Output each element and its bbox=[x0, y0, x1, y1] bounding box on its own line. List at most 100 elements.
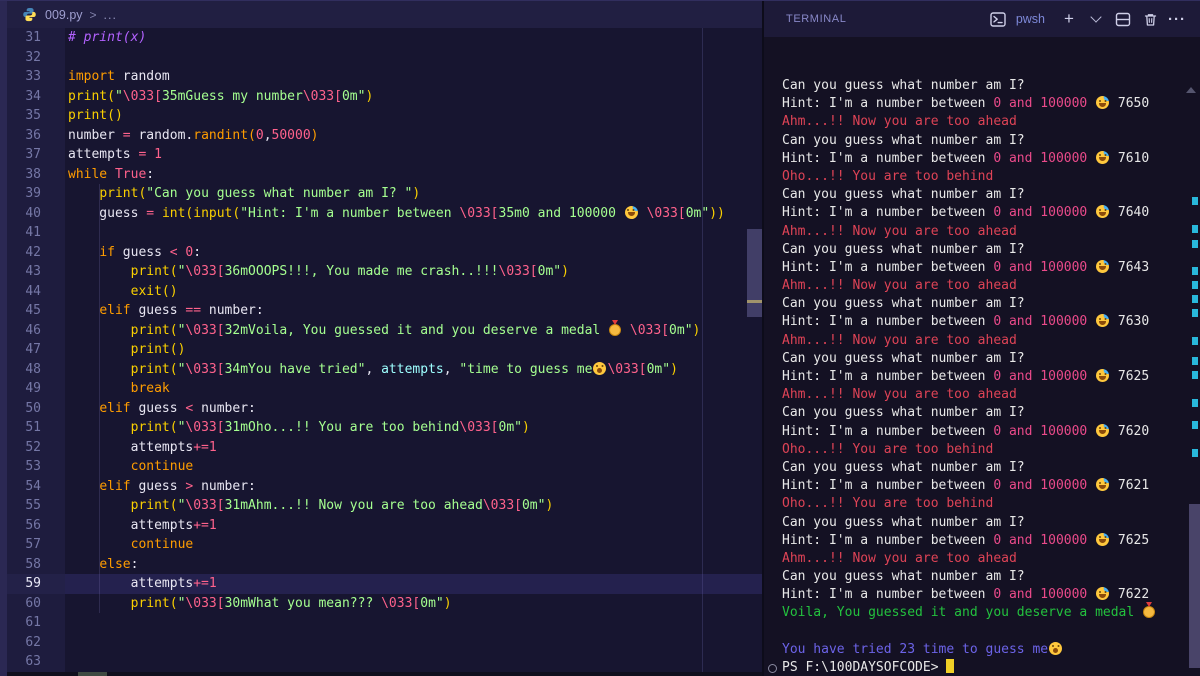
terminal-line: Ahm...!! Now you are too ahead bbox=[764, 550, 1186, 568]
horizontal-scrollbar-thumb[interactable] bbox=[78, 672, 107, 676]
text-segment: # print(x) bbox=[68, 30, 147, 45]
terminal-panel[interactable]: TERMINAL pwsh + ··· Can you guess what n… bbox=[762, 1, 1200, 676]
scrollbar-mark bbox=[1192, 197, 1198, 205]
text-segment bbox=[1087, 369, 1095, 384]
text-segment: Hint: I'm a number between bbox=[782, 150, 994, 166]
code-line-39[interactable]: 39 print("Can you guess what number am I… bbox=[0, 184, 762, 204]
text-segment: print( bbox=[130, 420, 178, 435]
code-line-44[interactable]: 44 exit() bbox=[0, 281, 762, 301]
text-segment: 7640 bbox=[1110, 205, 1150, 221]
text-segment: Can you guess what number am I? bbox=[782, 569, 1033, 585]
code-line-41[interactable]: 41 bbox=[0, 223, 762, 243]
code-line-48[interactable]: 48 print("\033[34mYou have tried", attem… bbox=[0, 359, 762, 379]
code-line-42[interactable]: 42 if guess < 0: bbox=[0, 242, 762, 262]
line-number: 39 bbox=[0, 184, 65, 204]
text-segment: ) bbox=[365, 88, 374, 104]
code-line-57[interactable]: 57 continue bbox=[0, 535, 762, 555]
text-segment: 0 and 100000 bbox=[993, 587, 1088, 603]
breadcrumb-file[interactable]: 009.py bbox=[45, 8, 83, 22]
code-line-55[interactable]: 55 print("\033[31mAhm...!! Now you are t… bbox=[0, 496, 762, 516]
code-line-52[interactable]: 52 attempts+=1 bbox=[0, 437, 762, 457]
scrollbar-mark bbox=[1192, 421, 1198, 429]
code-line-37[interactable]: 37 attempts = 1 bbox=[0, 145, 762, 165]
line-number: 43 bbox=[0, 262, 65, 282]
terminal-line: Hint: I'm a number between 0 and 100000 … bbox=[764, 368, 1186, 386]
code-line-43[interactable]: 43 print("\033[36mOOOPS!!!, You made me … bbox=[0, 262, 762, 282]
code-line-38[interactable]: 38 while True: bbox=[0, 164, 762, 184]
code-text: print() bbox=[65, 340, 762, 360]
code-line-63[interactable]: 63 bbox=[0, 652, 762, 672]
code-line-34[interactable]: 34 print("\033[35mGuess my number\033[0m"… bbox=[0, 86, 762, 106]
text-segment: ) bbox=[412, 186, 421, 201]
code-line-31[interactable]: 31 # print(x) bbox=[0, 28, 762, 48]
code-line-58[interactable]: 58 else: bbox=[0, 554, 762, 574]
terminal-actions: pwsh + ··· bbox=[989, 10, 1186, 28]
text-segment: Ahm...!! Now you are too ahead bbox=[782, 332, 1017, 348]
code-text: print("\033[31mAhm...!! Now you are too … bbox=[65, 496, 762, 516]
code-text: print("Can you guess what number am I? "… bbox=[65, 184, 762, 204]
text-segment: print( bbox=[130, 498, 178, 513]
editor-scrollbar[interactable] bbox=[747, 28, 762, 672]
breadcrumb-symbol-more[interactable]: ... bbox=[104, 8, 117, 22]
code-line-47[interactable]: 47 print() bbox=[0, 340, 762, 360]
code-line-56[interactable]: 56 attempts+=1 bbox=[0, 515, 762, 535]
terminal-line: Hint: I'm a number between 0 and 100000 … bbox=[764, 204, 1186, 222]
scrollbar-mark bbox=[1192, 371, 1198, 379]
terminal-panel-title[interactable]: TERMINAL bbox=[786, 13, 846, 25]
code-line-40[interactable]: 40 guess = int(input("Hint: I'm a number… bbox=[0, 203, 762, 223]
python-file-icon bbox=[20, 6, 38, 24]
code-line-49[interactable]: 49 break bbox=[0, 379, 762, 399]
text-segment: True bbox=[114, 166, 147, 182]
code-line-54[interactable]: 54 elif guess > number: bbox=[0, 476, 762, 496]
text-segment: Can you guess what number am I? bbox=[782, 350, 1033, 366]
terminal-line: Hint: I'm a number between 0 and 100000 … bbox=[764, 313, 1186, 331]
terminal-scrollbar[interactable] bbox=[1186, 37, 1200, 676]
text-segment: Hint: I'm a number between bbox=[782, 314, 994, 330]
code-text: continue bbox=[65, 535, 762, 555]
launch-profile-chevron-icon[interactable] bbox=[1087, 10, 1105, 28]
code-line-60[interactable]: 60 print("\033[30mWhat you mean??? \033[… bbox=[0, 593, 762, 613]
text-segment bbox=[146, 147, 154, 162]
terminal-scrollbar-thumb[interactable] bbox=[1189, 504, 1200, 668]
terminal-line: Can you guess what number am I? bbox=[764, 186, 1186, 204]
code-line-53[interactable]: 53 continue bbox=[0, 457, 762, 477]
code-line-61[interactable]: 61 bbox=[0, 613, 762, 633]
terminal-output[interactable]: Can you guess what number am I? Hint: I'… bbox=[764, 37, 1186, 676]
code-line-59[interactable]: 59 attempts+=1 bbox=[0, 574, 762, 594]
line-number: 48 bbox=[0, 359, 65, 379]
text-segment: 1 bbox=[208, 576, 217, 591]
line-number: 55 bbox=[0, 496, 65, 516]
text-segment: 0 and 100000 bbox=[993, 532, 1088, 548]
editor-scrollbar-thumb[interactable] bbox=[747, 229, 762, 317]
code-line-33[interactable]: 33 import random bbox=[0, 67, 762, 87]
editor-horizontal-scrollbar[interactable] bbox=[0, 672, 762, 676]
code-area[interactable]: 31 # print(x) 32 33 import random 34 print("\0… bbox=[0, 28, 762, 672]
text-segment: : bbox=[193, 244, 202, 260]
code-line-50[interactable]: 50 elif guess < number: bbox=[0, 398, 762, 418]
code-line-35[interactable]: 35 print() bbox=[0, 106, 762, 126]
text-segment: Hint: I'm a number between bbox=[782, 423, 994, 439]
split-terminal-button[interactable] bbox=[1114, 10, 1132, 28]
text-segment: print() bbox=[130, 342, 186, 357]
line-number: 47 bbox=[0, 340, 65, 360]
text-segment: ) bbox=[443, 595, 452, 611]
text-segment: ) bbox=[561, 264, 569, 279]
code-line-36[interactable]: 36 number = random.randint(0,50000) bbox=[0, 125, 762, 145]
new-terminal-button[interactable]: + bbox=[1060, 10, 1078, 28]
shell-name-label[interactable]: pwsh bbox=[1016, 12, 1045, 26]
code-text: break bbox=[65, 379, 762, 399]
breadcrumb[interactable]: 009.py > ... bbox=[0, 1, 762, 28]
code-line-45[interactable]: 45 elif guess == number: bbox=[0, 301, 762, 321]
kill-terminal-trash-button[interactable] bbox=[1141, 10, 1159, 28]
editor-pane[interactable]: 009.py > ... 31 # print(x) 32 33 import rand… bbox=[0, 1, 762, 676]
text-segment: 0 and 100000 bbox=[993, 259, 1088, 275]
code-line-62[interactable]: 62 bbox=[0, 632, 762, 652]
terminal-line: Oho...!! You are too behind bbox=[764, 168, 1186, 186]
more-actions-button[interactable]: ··· bbox=[1168, 10, 1186, 28]
code-line-46[interactable]: 46 print("\033[32mVoila, You guessed it … bbox=[0, 319, 762, 340]
code-line-51[interactable]: 51 print("\033[31mOho...!! You are too b… bbox=[0, 418, 762, 438]
text-segment: 0m" bbox=[537, 264, 562, 279]
code-line-32[interactable]: 32 bbox=[0, 47, 762, 67]
